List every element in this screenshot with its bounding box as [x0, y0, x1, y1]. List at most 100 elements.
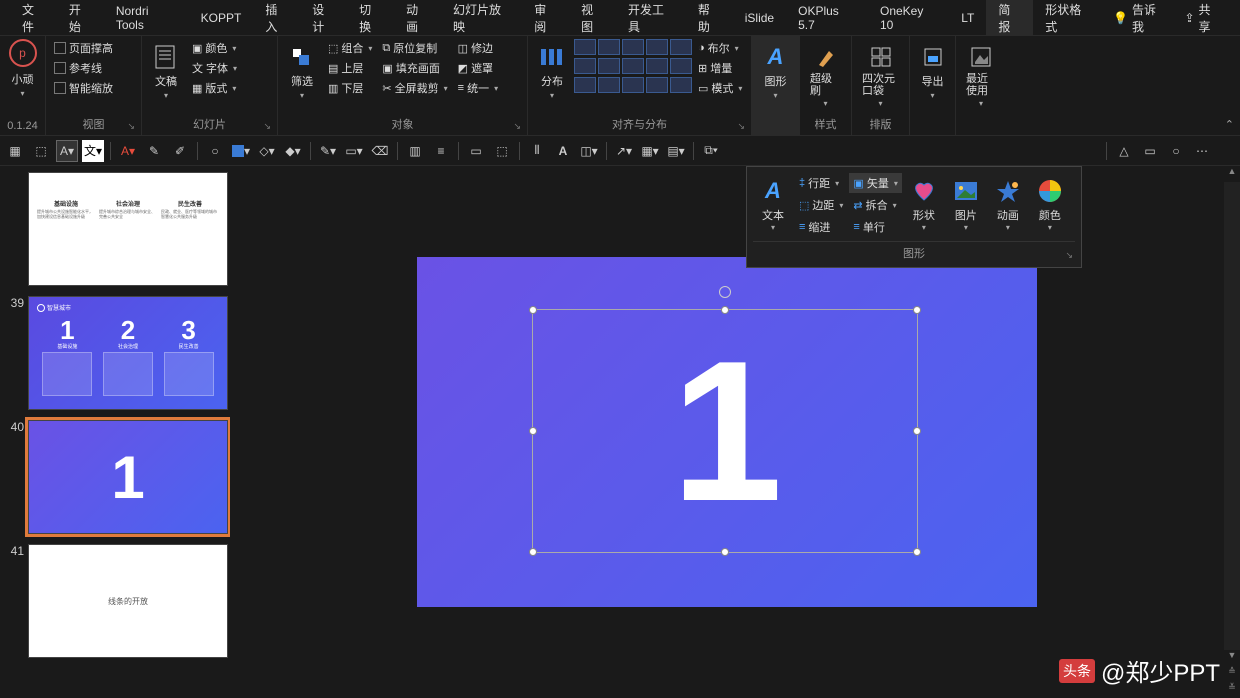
resize-handle[interactable]	[721, 548, 729, 556]
qat-outline[interactable]: ◇▾	[256, 140, 278, 162]
panel-anim-button[interactable]: 动画▾	[988, 173, 1028, 237]
tab-home[interactable]: 开始	[57, 0, 104, 36]
resize-handle[interactable]	[913, 548, 921, 556]
qat-pen[interactable]: ✎▾	[317, 140, 339, 162]
align-icon[interactable]	[646, 77, 668, 93]
qat-icon[interactable]: A▾	[56, 140, 78, 162]
split-button[interactable]: ⇄拆合	[849, 195, 901, 215]
resize-handle[interactable]	[529, 427, 537, 435]
qat-line[interactable]: ▭▾	[343, 140, 365, 162]
align-icon[interactable]	[670, 77, 692, 93]
resize-handle[interactable]	[529, 306, 537, 314]
tab-design[interactable]: 设计	[300, 0, 347, 36]
qat-text-a[interactable]: A	[552, 140, 574, 162]
export-button[interactable]: 导出▾	[914, 39, 951, 104]
current-slide[interactable]: 1	[417, 257, 1037, 607]
tab-onekey[interactable]: OneKey 10	[868, 0, 949, 36]
qat-eraser[interactable]: ⌫	[369, 140, 391, 162]
tab-help[interactable]: 帮助	[686, 0, 733, 36]
align-icon[interactable]	[598, 39, 620, 55]
toggle-page-height[interactable]: 页面撑高	[50, 39, 137, 57]
tab-view[interactable]: 视图	[569, 0, 616, 36]
toggle-guides[interactable]: 参考线	[50, 59, 137, 77]
align-icon[interactable]	[574, 39, 596, 55]
align-icon[interactable]	[574, 77, 596, 93]
qat-rect[interactable]: ▭	[465, 140, 487, 162]
shape-button[interactable]: A 图形▾	[756, 39, 795, 104]
group-object-launcher[interactable]: ↘	[513, 121, 521, 132]
align-icon[interactable]	[646, 58, 668, 74]
distribute-button[interactable]: 分布▾	[532, 39, 572, 104]
toggle-smart-zoom[interactable]: 智能缩放	[50, 79, 137, 97]
qat-eyedrop2[interactable]: ✐	[169, 140, 191, 162]
tab-file[interactable]: 文件	[10, 0, 57, 36]
prev-slide[interactable]: ≙	[1224, 666, 1240, 682]
bring-forward-button[interactable]: ▤上层	[324, 59, 376, 77]
tell-me[interactable]: 💡 告诉我	[1103, 1, 1174, 35]
tab-nordri[interactable]: Nordri Tools	[104, 0, 189, 36]
qat-copy[interactable]: ⧉▾	[700, 140, 722, 162]
group-button[interactable]: ⬚组合	[324, 39, 376, 57]
pocket-button[interactable]: 四次元口袋▾	[856, 39, 905, 112]
panel-launcher[interactable]: ↘	[1065, 250, 1073, 261]
align-icon[interactable]	[598, 58, 620, 74]
qat-dist[interactable]: ⫴	[526, 140, 548, 162]
app-logo-icon[interactable]: p	[9, 39, 37, 67]
copy-inplace-button[interactable]: ⧉原位复制	[378, 39, 451, 57]
group-align-launcher[interactable]: ↘	[737, 121, 745, 132]
scroll-up[interactable]: ▲	[1224, 166, 1240, 182]
indent-button[interactable]: ≡缩进	[795, 217, 847, 237]
super-brush-button[interactable]: 超级刷▾	[804, 39, 847, 112]
qat-rect3[interactable]: ▭	[1139, 140, 1161, 162]
document-button[interactable]: 文稿▾	[146, 39, 186, 104]
qat-pick[interactable]: ↗▾	[613, 140, 635, 162]
tab-transition[interactable]: 切换	[347, 0, 394, 36]
panel-image-button[interactable]: 图片▾	[946, 173, 986, 237]
qat-tri[interactable]: △	[1113, 140, 1135, 162]
qat-more[interactable]: ⋯	[1191, 140, 1213, 162]
qat-fill[interactable]: ▾	[230, 140, 252, 162]
qat-grid1[interactable]: ▦▾	[639, 140, 661, 162]
collapse-ribbon[interactable]: ⌃	[1225, 118, 1234, 131]
qat-circle[interactable]: ○	[204, 140, 226, 162]
qat-eyedrop[interactable]: ✎	[143, 140, 165, 162]
recent-button[interactable]: 最近使用▾	[960, 39, 1002, 112]
scroll-down[interactable]: ▼	[1224, 650, 1240, 666]
align-icon[interactable]	[598, 77, 620, 93]
mask-button[interactable]: ◩遮罩	[454, 59, 502, 77]
tab-shape-format[interactable]: 形状格式	[1033, 0, 1103, 36]
resize-handle[interactable]	[913, 427, 921, 435]
align-icon[interactable]	[646, 39, 668, 55]
send-backward-button[interactable]: ▥下层	[324, 79, 376, 97]
rotate-handle[interactable]	[719, 286, 731, 298]
vector-button[interactable]: ▣矢量	[849, 173, 901, 193]
single-line-button[interactable]: ≡单行	[849, 217, 901, 237]
tab-slideshow[interactable]: 幻灯片放映	[441, 0, 522, 36]
qat-icon[interactable]: 文▾	[82, 140, 104, 162]
vertical-scrollbar[interactable]: ▲ ▼ ≙ ≚	[1224, 166, 1240, 698]
font-button[interactable]: 文字体	[188, 59, 241, 77]
qat-chart[interactable]: ▥	[404, 140, 426, 162]
resize-handle[interactable]	[913, 306, 921, 314]
align-icon[interactable]	[622, 58, 644, 74]
layout-button[interactable]: ▦版式	[188, 79, 241, 97]
qat-icon[interactable]: ⬚	[30, 140, 52, 162]
filter-button[interactable]: 筛选▾	[282, 39, 322, 104]
tab-islide[interactable]: iSlide	[733, 0, 786, 36]
slide-thumbnails[interactable]: 基础设施提升城市公共设施智能化水平，加快建设信息基础设施升级 社会治理提升城市综…	[0, 166, 230, 698]
align-icon[interactable]	[670, 58, 692, 74]
boolean-button[interactable]: ◑布尔	[694, 39, 746, 57]
align-icon[interactable]	[622, 77, 644, 93]
panel-shape-button[interactable]: 形状▾	[904, 173, 944, 237]
increment-button[interactable]: ⊞增量	[694, 59, 746, 77]
tab-insert[interactable]: 插入	[253, 0, 300, 36]
qat-bars[interactable]: ≡	[430, 140, 452, 162]
resize-handle[interactable]	[529, 548, 537, 556]
line-spacing-button[interactable]: ‡行距	[795, 173, 847, 193]
qat-rect2[interactable]: ⬚	[491, 140, 513, 162]
align-icon[interactable]	[670, 39, 692, 55]
thumb-slide-38[interactable]: 基础设施提升城市公共设施智能化水平，加快建设信息基础设施升级 社会治理提升城市综…	[28, 172, 228, 286]
qat-circ2[interactable]: ○	[1165, 140, 1187, 162]
margin-button[interactable]: ⬚边距	[795, 195, 847, 215]
mode-button[interactable]: ▭模式	[694, 79, 746, 97]
